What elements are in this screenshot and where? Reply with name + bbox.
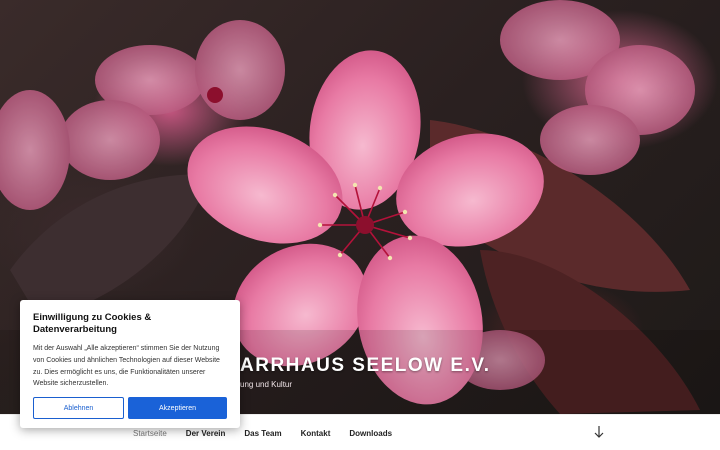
site-title[interactable]: ARRHAUS SEELOW E.V. xyxy=(240,355,491,377)
cookie-buttons: Ablehnen Akzeptieren xyxy=(33,397,227,419)
site-description: ung und Kultur xyxy=(240,380,293,389)
reject-button[interactable]: Ablehnen xyxy=(33,397,124,419)
nav-item-das-team[interactable]: Das Team xyxy=(244,429,281,438)
cookie-text: Mit der Auswahl „Alle akzeptieren“ stimm… xyxy=(33,345,220,388)
cookie-title: Einwilligung zu Cookies & Datenverarbeit… xyxy=(33,312,152,335)
arrow-down-icon[interactable] xyxy=(592,424,606,440)
cookie-consent-dialog: Einwilligung zu Cookies & Datenverarbeit… xyxy=(20,300,240,428)
site-branding: ARRHAUS SEELOW E.V. ung und Kultur xyxy=(240,355,491,389)
nav-item-startseite[interactable]: Startseite xyxy=(133,429,167,438)
nav-menu: Startseite Der Verein Das Team Kontakt D… xyxy=(133,429,392,438)
accept-button[interactable]: Akzeptieren xyxy=(128,397,227,419)
nav-item-downloads[interactable]: Downloads xyxy=(349,429,392,438)
nav-item-der-verein[interactable]: Der Verein xyxy=(186,429,226,438)
nav-item-kontakt[interactable]: Kontakt xyxy=(301,429,331,438)
